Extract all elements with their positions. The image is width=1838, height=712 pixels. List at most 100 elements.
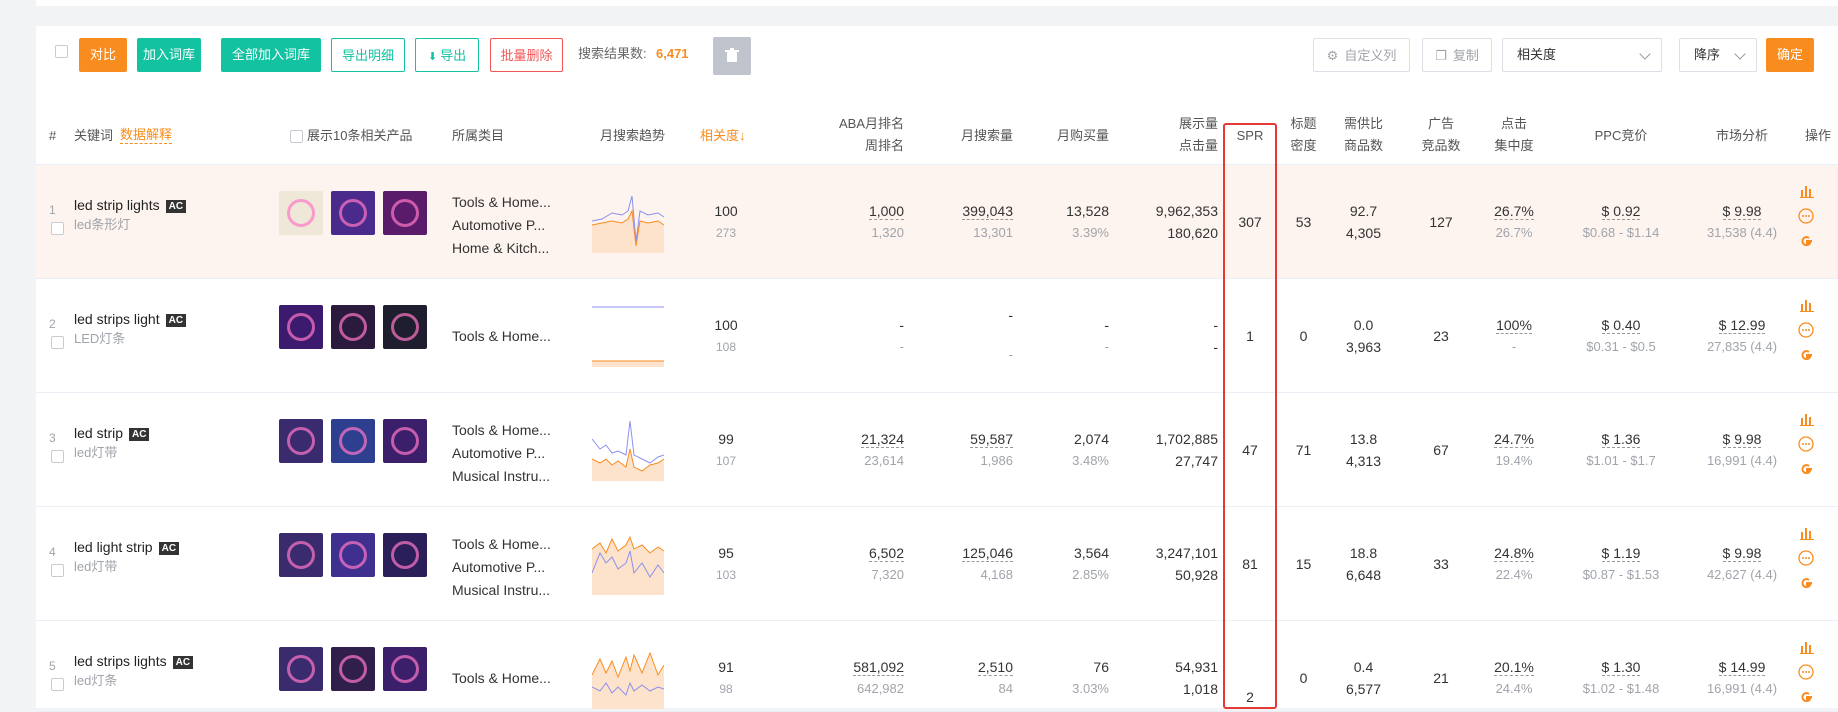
category-item[interactable]: Tools & Home... (452, 326, 551, 346)
sort-order-select[interactable]: 降序 (1679, 38, 1757, 72)
more-icon[interactable] (1798, 436, 1814, 452)
category-item[interactable]: Automotive P... (452, 215, 545, 235)
bar-chart-icon[interactable] (1800, 640, 1814, 654)
product-thumbnail[interactable] (383, 647, 427, 691)
row-checkbox[interactable] (51, 222, 64, 235)
more-icon[interactable] (1798, 322, 1814, 338)
product-thumbnail[interactable] (331, 419, 375, 463)
aba-month-value[interactable]: 1,000 (868, 203, 904, 220)
more-icon[interactable] (1798, 208, 1814, 224)
aba-month-value[interactable]: 6,502 (868, 545, 904, 562)
select-all-checkbox[interactable] (55, 45, 68, 58)
ppc-bid-value[interactable]: $ 1.36 (1601, 431, 1641, 448)
row-checkbox[interactable] (51, 564, 64, 577)
search-trend-sparkline[interactable] (592, 647, 676, 709)
aba-month-value[interactable]: 581,092 (853, 659, 904, 676)
ppc-bid-value[interactable]: $ 1.19 (1601, 545, 1641, 562)
add-to-lib-button[interactable]: 加入词库 (137, 38, 201, 72)
category-item[interactable]: Automotive P... (452, 557, 545, 577)
keyword-link[interactable]: led strips light AC (74, 309, 187, 329)
search-trend-sparkline[interactable] (592, 419, 676, 481)
trash-button[interactable] (713, 37, 751, 75)
row-checkbox[interactable] (51, 336, 64, 349)
data-explain-link[interactable]: 数据解释 (120, 126, 173, 144)
product-thumbnail[interactable] (279, 419, 323, 463)
search-trend-sparkline[interactable] (592, 191, 676, 253)
export-button[interactable]: ⬇ 导出 (415, 38, 479, 72)
copy-button[interactable]: ❐ 复制 (1422, 38, 1492, 72)
keyword-link[interactable]: led strips lights AC (74, 651, 194, 671)
keyword-link[interactable]: led strip lights AC (74, 195, 187, 215)
search-trend-sparkline[interactable] (592, 305, 676, 367)
product-thumbnail[interactable] (331, 647, 375, 691)
keyword-link[interactable]: led light strip AC (74, 537, 180, 557)
more-icon[interactable] (1798, 664, 1814, 680)
row-index: 2 (49, 317, 56, 331)
ppc-bid-value[interactable]: $ 1.30 (1601, 659, 1641, 676)
monthly-search-value[interactable]: 2,510 (977, 659, 1013, 676)
google-icon[interactable] (1799, 690, 1815, 706)
bar-chart-icon[interactable] (1800, 412, 1814, 426)
category-item[interactable]: Musical Instru... (452, 580, 550, 600)
supply-ratio: 0.0 (1353, 317, 1374, 333)
click-concentration-value[interactable]: 24.7% (1494, 431, 1534, 448)
monthly-search-value[interactable]: 125,046 (962, 545, 1013, 562)
category-item[interactable]: Tools & Home... (452, 420, 551, 440)
click-concentration-value[interactable]: 100% (1496, 317, 1532, 334)
click-concentration-value[interactable]: 26.7% (1494, 203, 1534, 220)
bar-chart-icon[interactable] (1800, 526, 1814, 540)
product-thumbnail[interactable] (383, 191, 427, 235)
ppc-bid-value[interactable]: $ 0.92 (1601, 203, 1641, 220)
add-all-to-lib-button[interactable]: 全部加入词库 (221, 38, 321, 72)
product-thumbnail[interactable] (331, 191, 375, 235)
market-price-value[interactable]: $ 9.98 (1722, 545, 1762, 562)
product-thumbnail[interactable] (331, 533, 375, 577)
google-icon[interactable] (1799, 348, 1815, 364)
google-icon[interactable] (1799, 462, 1815, 478)
sort-field-select[interactable]: 相关度 (1502, 38, 1662, 72)
aba-month-value[interactable]: - (899, 317, 904, 333)
product-thumbnail[interactable] (279, 533, 323, 577)
product-thumbnail[interactable] (279, 305, 323, 349)
monthly-search-value[interactable]: 59,587 (970, 431, 1013, 448)
col-relevance[interactable]: 相关度↓ (700, 126, 746, 146)
search-trend-sparkline[interactable] (592, 533, 676, 595)
product-thumbnail[interactable] (383, 533, 427, 577)
compare-button[interactable]: 对比 (79, 38, 127, 72)
category-item[interactable]: Musical Instru... (452, 466, 550, 486)
monthly-search-value[interactable]: 399,043 (962, 203, 1013, 220)
product-thumbnail[interactable] (279, 191, 323, 235)
row-checkbox[interactable] (51, 450, 64, 463)
category-item[interactable]: Automotive P... (452, 443, 545, 463)
click-concentration-value[interactable]: 24.8% (1494, 545, 1534, 562)
product-thumbnail[interactable] (331, 305, 375, 349)
bar-chart-icon[interactable] (1800, 184, 1814, 198)
product-thumbnail[interactable] (383, 419, 427, 463)
bar-chart-icon[interactable] (1800, 298, 1814, 312)
category-item[interactable]: Tools & Home... (452, 668, 551, 688)
monthly-search-value[interactable]: - (1008, 307, 1013, 323)
confirm-button[interactable]: 确定 (1766, 38, 1814, 72)
custom-columns-button[interactable]: ⚙ 自定义列 (1313, 38, 1410, 72)
click-concentration-value[interactable]: 20.1% (1494, 659, 1534, 676)
google-icon[interactable] (1799, 234, 1815, 250)
keyword-link[interactable]: led strip AC (74, 423, 150, 443)
row-checkbox[interactable] (51, 678, 64, 691)
show-products-checkbox[interactable] (290, 130, 303, 143)
batch-delete-button[interactable]: 批量删除 (490, 38, 563, 72)
market-price-value[interactable]: $ 9.98 (1722, 431, 1762, 448)
category-item[interactable]: Home & Kitch... (452, 238, 549, 258)
category-item[interactable]: Tools & Home... (452, 192, 551, 212)
product-thumbnail[interactable] (279, 647, 323, 691)
google-icon[interactable] (1799, 576, 1815, 592)
market-price-value[interactable]: $ 12.99 (1718, 317, 1766, 334)
export-detail-button[interactable]: 导出明细 (331, 38, 405, 72)
click-concentration-sub: 19.4% (1495, 453, 1533, 468)
aba-month-value[interactable]: 21,324 (861, 431, 904, 448)
ppc-bid-value[interactable]: $ 0.40 (1601, 317, 1641, 334)
market-price-value[interactable]: $ 14.99 (1718, 659, 1766, 676)
market-price-value[interactable]: $ 9.98 (1722, 203, 1762, 220)
product-thumbnail[interactable] (383, 305, 427, 349)
category-item[interactable]: Tools & Home... (452, 534, 551, 554)
more-icon[interactable] (1798, 550, 1814, 566)
